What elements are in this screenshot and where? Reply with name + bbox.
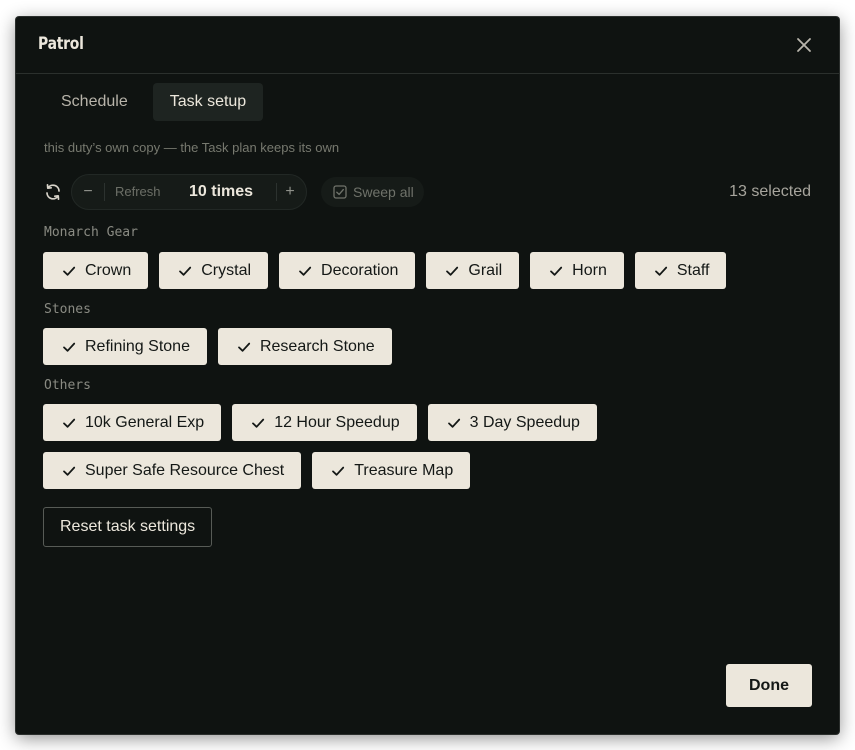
check-icon — [446, 266, 459, 276]
check-icon — [447, 418, 460, 428]
check-icon — [654, 266, 667, 276]
chip-group-monarch-gear: Crown Crystal Decoration Grail Horn Staf… — [43, 252, 727, 289]
chip-10k-general-exp[interactable]: 10k General Exp — [43, 404, 222, 441]
group-label-monarch-gear: Monarch Gear — [44, 225, 138, 240]
chip-label: Crown — [85, 261, 132, 279]
refresh-times-value: 10 times — [189, 183, 254, 200]
chip-horn[interactable]: Horn — [530, 252, 624, 289]
check-icon — [179, 266, 192, 276]
chip-grail[interactable]: Grail — [426, 252, 520, 289]
increment-button[interactable]: + — [274, 175, 306, 209]
chip-decoration[interactable]: Decoration — [279, 252, 416, 289]
chip-label: 10k General Exp — [85, 413, 205, 431]
chip-label: 3 Day Speedup — [469, 413, 580, 431]
chip-group-others-row2: Super Safe Resource Chest Treasure Map — [43, 452, 471, 489]
dialog-title: Patrol — [38, 34, 84, 54]
chip-group-stones: Refining Stone Research Stone — [43, 328, 392, 365]
chip-refining-stone[interactable]: Refining Stone — [43, 328, 207, 365]
done-button[interactable]: Done — [726, 664, 812, 707]
chip-label: Decoration — [321, 261, 399, 279]
refresh-times-stepper: − Refresh 10 times + — [71, 174, 307, 210]
tab-schedule[interactable]: Schedule — [44, 83, 145, 121]
patrol-dialog: Patrol Schedule Task setup this duty’s o… — [16, 17, 839, 734]
chip-label: 12 Hour Speedup — [274, 413, 400, 431]
tab-task-setup[interactable]: Task setup — [152, 83, 264, 121]
checkbox-icon — [333, 185, 347, 199]
decrement-button[interactable]: − — [72, 175, 104, 209]
chip-label: Super Safe Resource Chest — [85, 461, 285, 479]
sweep-all-label: Sweep all — [353, 184, 414, 200]
check-icon — [252, 418, 265, 428]
divider — [104, 183, 105, 201]
chip-research-stone[interactable]: Research Stone — [217, 328, 392, 365]
chip-label: Crystal — [201, 261, 252, 279]
check-icon — [63, 418, 76, 428]
chip-label: Treasure Map — [354, 461, 454, 479]
check-icon — [63, 266, 76, 276]
selected-count: 13 selected — [729, 183, 811, 200]
chip-super-safe-resource-chest[interactable]: Super Safe Resource Chest — [43, 452, 302, 489]
chip-label: Horn — [572, 261, 607, 279]
copy-hint: this duty’s own copy — the Task plan kee… — [44, 140, 340, 155]
sweep-all-toggle[interactable]: Sweep all — [321, 177, 424, 207]
group-label-others: Others — [44, 378, 91, 393]
chip-label: Research Stone — [259, 337, 375, 355]
check-icon — [299, 266, 312, 276]
chip-group-others-row1: 10k General Exp 12 Hour Speedup 3 Day Sp… — [43, 404, 597, 441]
dialog-header: Patrol — [16, 17, 839, 74]
chip-crown[interactable]: Crown — [43, 252, 149, 289]
chip-3-day-speedup[interactable]: 3 Day Speedup — [427, 404, 597, 441]
refresh-icon[interactable] — [44, 183, 62, 201]
check-icon — [63, 466, 76, 476]
chip-label: Grail — [468, 261, 503, 279]
check-icon — [550, 266, 563, 276]
check-icon — [63, 342, 76, 352]
group-label-stones: Stones — [44, 302, 91, 317]
refresh-label: Refresh — [115, 184, 161, 199]
chip-12-hour-speedup[interactable]: 12 Hour Speedup — [232, 404, 417, 441]
chip-treasure-map[interactable]: Treasure Map — [312, 452, 471, 489]
refresh-controls: − Refresh 10 times + Sweep all 13 select… — [44, 174, 811, 210]
check-icon — [332, 466, 345, 476]
close-icon[interactable] — [795, 36, 813, 54]
reset-task-settings-button[interactable]: Reset task settings — [43, 507, 213, 547]
chip-staff[interactable]: Staff — [634, 252, 727, 289]
chip-crystal[interactable]: Crystal — [159, 252, 269, 289]
check-icon — [238, 342, 251, 352]
chip-label: Staff — [676, 261, 710, 279]
tab-bar: Schedule Task setup — [44, 83, 264, 121]
chip-label: Refining Stone — [85, 337, 190, 355]
